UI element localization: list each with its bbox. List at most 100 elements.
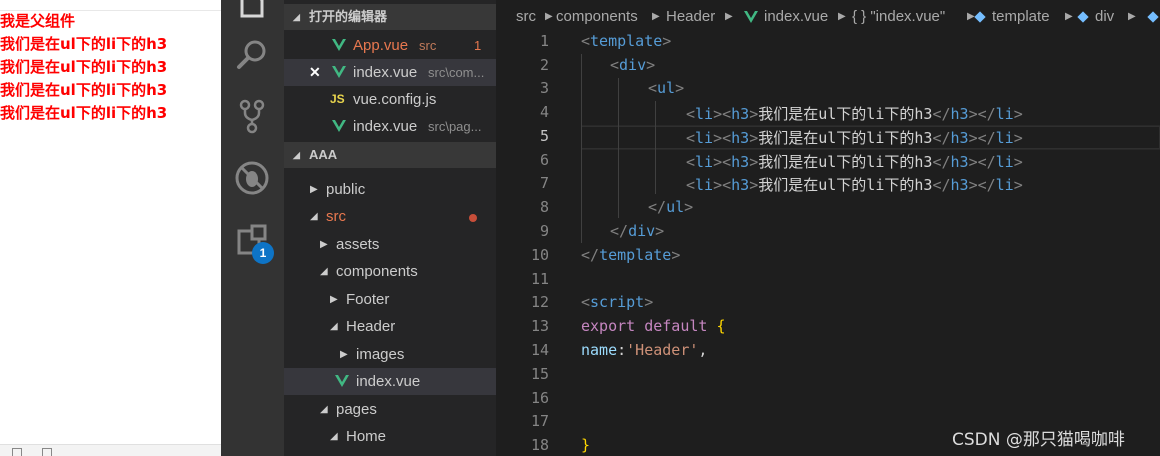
breadcrumb-item[interactable]: { } "index.vue"	[852, 0, 945, 34]
device-toggle-icon[interactable]	[42, 448, 52, 456]
inspect-icon[interactable]	[12, 448, 22, 456]
tree-label: Footer	[346, 291, 390, 308]
collapse-arrow-icon: ◢	[293, 150, 300, 160]
workspace-title: AAA	[309, 147, 338, 162]
tree-label: components	[336, 263, 418, 280]
extensions-badge: 1	[252, 242, 274, 264]
vue-icon	[332, 66, 346, 78]
open-editors-title: 打开的编辑器	[309, 9, 388, 24]
line-number: 6	[539, 151, 549, 169]
problem-count: 1	[474, 38, 482, 53]
open-editors-header[interactable]: ◢ 打开的编辑器	[284, 4, 496, 30]
tree-item-pages[interactable]: ◢ pages	[284, 396, 496, 423]
breadcrumb-item[interactable]: components	[556, 0, 638, 34]
line-number: 9	[539, 222, 549, 240]
line-number: 4	[539, 103, 549, 121]
close-icon[interactable]: ✕	[309, 59, 321, 86]
tree-item-header[interactable]: ◢ Header	[284, 313, 496, 340]
tree-item-index-vue[interactable]: index.vue	[284, 368, 496, 395]
code-line: <li><h3>我们是在ul下的li下的h3</h3></li>	[686, 176, 1023, 194]
code-line: <template>	[581, 32, 672, 50]
code-line: }	[581, 436, 591, 454]
line-number: 2	[539, 56, 549, 74]
preview-h3-text: 我们是在ul下的li下的h3	[0, 81, 168, 99]
code-line: </ul>	[648, 198, 694, 216]
tree-label: public	[326, 181, 366, 198]
devtools-bar	[0, 444, 221, 456]
tree-item-footer[interactable]: ▶ Footer	[284, 286, 496, 313]
chevron-right-icon: ▶	[838, 11, 846, 22]
tree-item-images[interactable]: ▶ images	[284, 341, 496, 368]
line-number: 18	[530, 436, 549, 454]
tree-item-components[interactable]: ◢ components	[284, 258, 496, 285]
tree-label: Header	[346, 318, 396, 335]
line-number: 8	[539, 198, 549, 216]
tree-item-assets[interactable]: ▶ assets	[284, 231, 496, 258]
open-editor-item-pages-index[interactable]: index.vue src\pag...	[284, 113, 496, 140]
file-path: src\pag...	[428, 119, 482, 134]
chevron-right-icon: ▶	[1065, 11, 1073, 22]
vue-icon	[332, 39, 346, 51]
code-line: </template>	[581, 246, 681, 264]
open-editor-item-vue-config[interactable]: JS vue.config.js	[284, 86, 496, 113]
debug-icon[interactable]	[234, 160, 270, 196]
tree-item-home[interactable]: ◢ Home	[284, 423, 496, 450]
breadcrumb-item[interactable]: index.vue	[764, 0, 828, 34]
breadcrumb-item[interactable]: Header	[666, 0, 715, 34]
line-number: 13	[530, 317, 549, 335]
chevron-down-icon: ◢	[320, 404, 328, 415]
breadcrumb-item[interactable]: src	[516, 0, 536, 34]
modified-dot	[469, 214, 477, 222]
workspace-header[interactable]: ◢ AAA	[284, 142, 496, 168]
line-number: 11	[530, 270, 549, 288]
chevron-right-icon: ▶	[725, 11, 733, 22]
tree-label: pages	[336, 401, 377, 418]
browser-preview: 我是父组件 我们是在ul下的li下的h3 我们是在ul下的li下的h3 我们是在…	[0, 0, 221, 456]
chevron-right-icon: ▶	[340, 349, 348, 360]
code-line: <li><h3>我们是在ul下的li下的h3</h3></li>	[686, 105, 1023, 123]
watermark: CSDN @那只猫喝咖啡	[952, 430, 1125, 450]
chevron-right-icon: ▶	[1128, 11, 1136, 22]
code-editor[interactable]: src ▶ components ▶ Header ▶ index.vue ▶ …	[496, 0, 1160, 456]
code-line: name:'Header',	[581, 341, 708, 359]
line-number: 3	[539, 79, 549, 97]
vue-icon	[335, 375, 349, 387]
chevron-right-icon: ▶	[545, 11, 553, 22]
element-icon	[1147, 11, 1159, 23]
preview-h3-text: 我们是在ul下的li下的h3	[0, 35, 168, 53]
code-line: </div>	[610, 222, 665, 240]
source-control-icon[interactable]	[234, 98, 270, 134]
code-line: <ul>	[648, 79, 685, 97]
indent-guide	[618, 78, 619, 218]
breadcrumb-item[interactable]: div	[1095, 0, 1114, 34]
file-path: src\com...	[428, 65, 485, 80]
line-number: 14	[530, 341, 549, 359]
preview-h3-text: 我们是在ul下的li下的h3	[0, 104, 168, 122]
file-name: index.vue	[353, 118, 418, 135]
open-editor-item-app-vue[interactable]: App.vue src 1	[284, 32, 496, 59]
breadcrumb: src ▶ components ▶ Header ▶ index.vue ▶ …	[496, 0, 1160, 34]
chevron-right-icon: ▶	[310, 184, 318, 195]
collapse-arrow-icon: ◢	[293, 12, 300, 22]
chevron-down-icon: ◢	[310, 211, 318, 222]
chevron-right-icon: ▶	[330, 294, 338, 305]
code-line: <li><h3>我们是在ul下的li下的h3</h3></li>	[686, 153, 1023, 171]
tree-label: index.vue	[356, 373, 421, 390]
tree-item-src[interactable]: ◢ src	[284, 203, 496, 230]
files-icon[interactable]	[234, 0, 270, 22]
file-path: src	[419, 38, 437, 53]
chevron-down-icon: ◢	[330, 431, 338, 442]
js-icon: JS	[330, 92, 345, 106]
line-number: 1	[539, 32, 549, 50]
preview-h3-text: 我们是在ul下的li下的h3	[0, 58, 168, 76]
search-icon[interactable]	[234, 37, 270, 73]
chevron-down-icon: ◢	[320, 266, 328, 277]
breadcrumb-item[interactable]: template	[992, 0, 1050, 34]
line-number: 16	[530, 389, 549, 407]
tree-item-public[interactable]: ▶ public	[284, 176, 496, 203]
activity-bar	[221, 0, 284, 456]
vue-icon	[744, 11, 758, 23]
open-editor-item-index-vue[interactable]: ✕ index.vue src\com...	[284, 59, 496, 86]
code-line-current: <li><h3>我们是在ul下的li下的h3</h3></li>	[686, 129, 1023, 147]
line-number: 12	[530, 293, 549, 311]
